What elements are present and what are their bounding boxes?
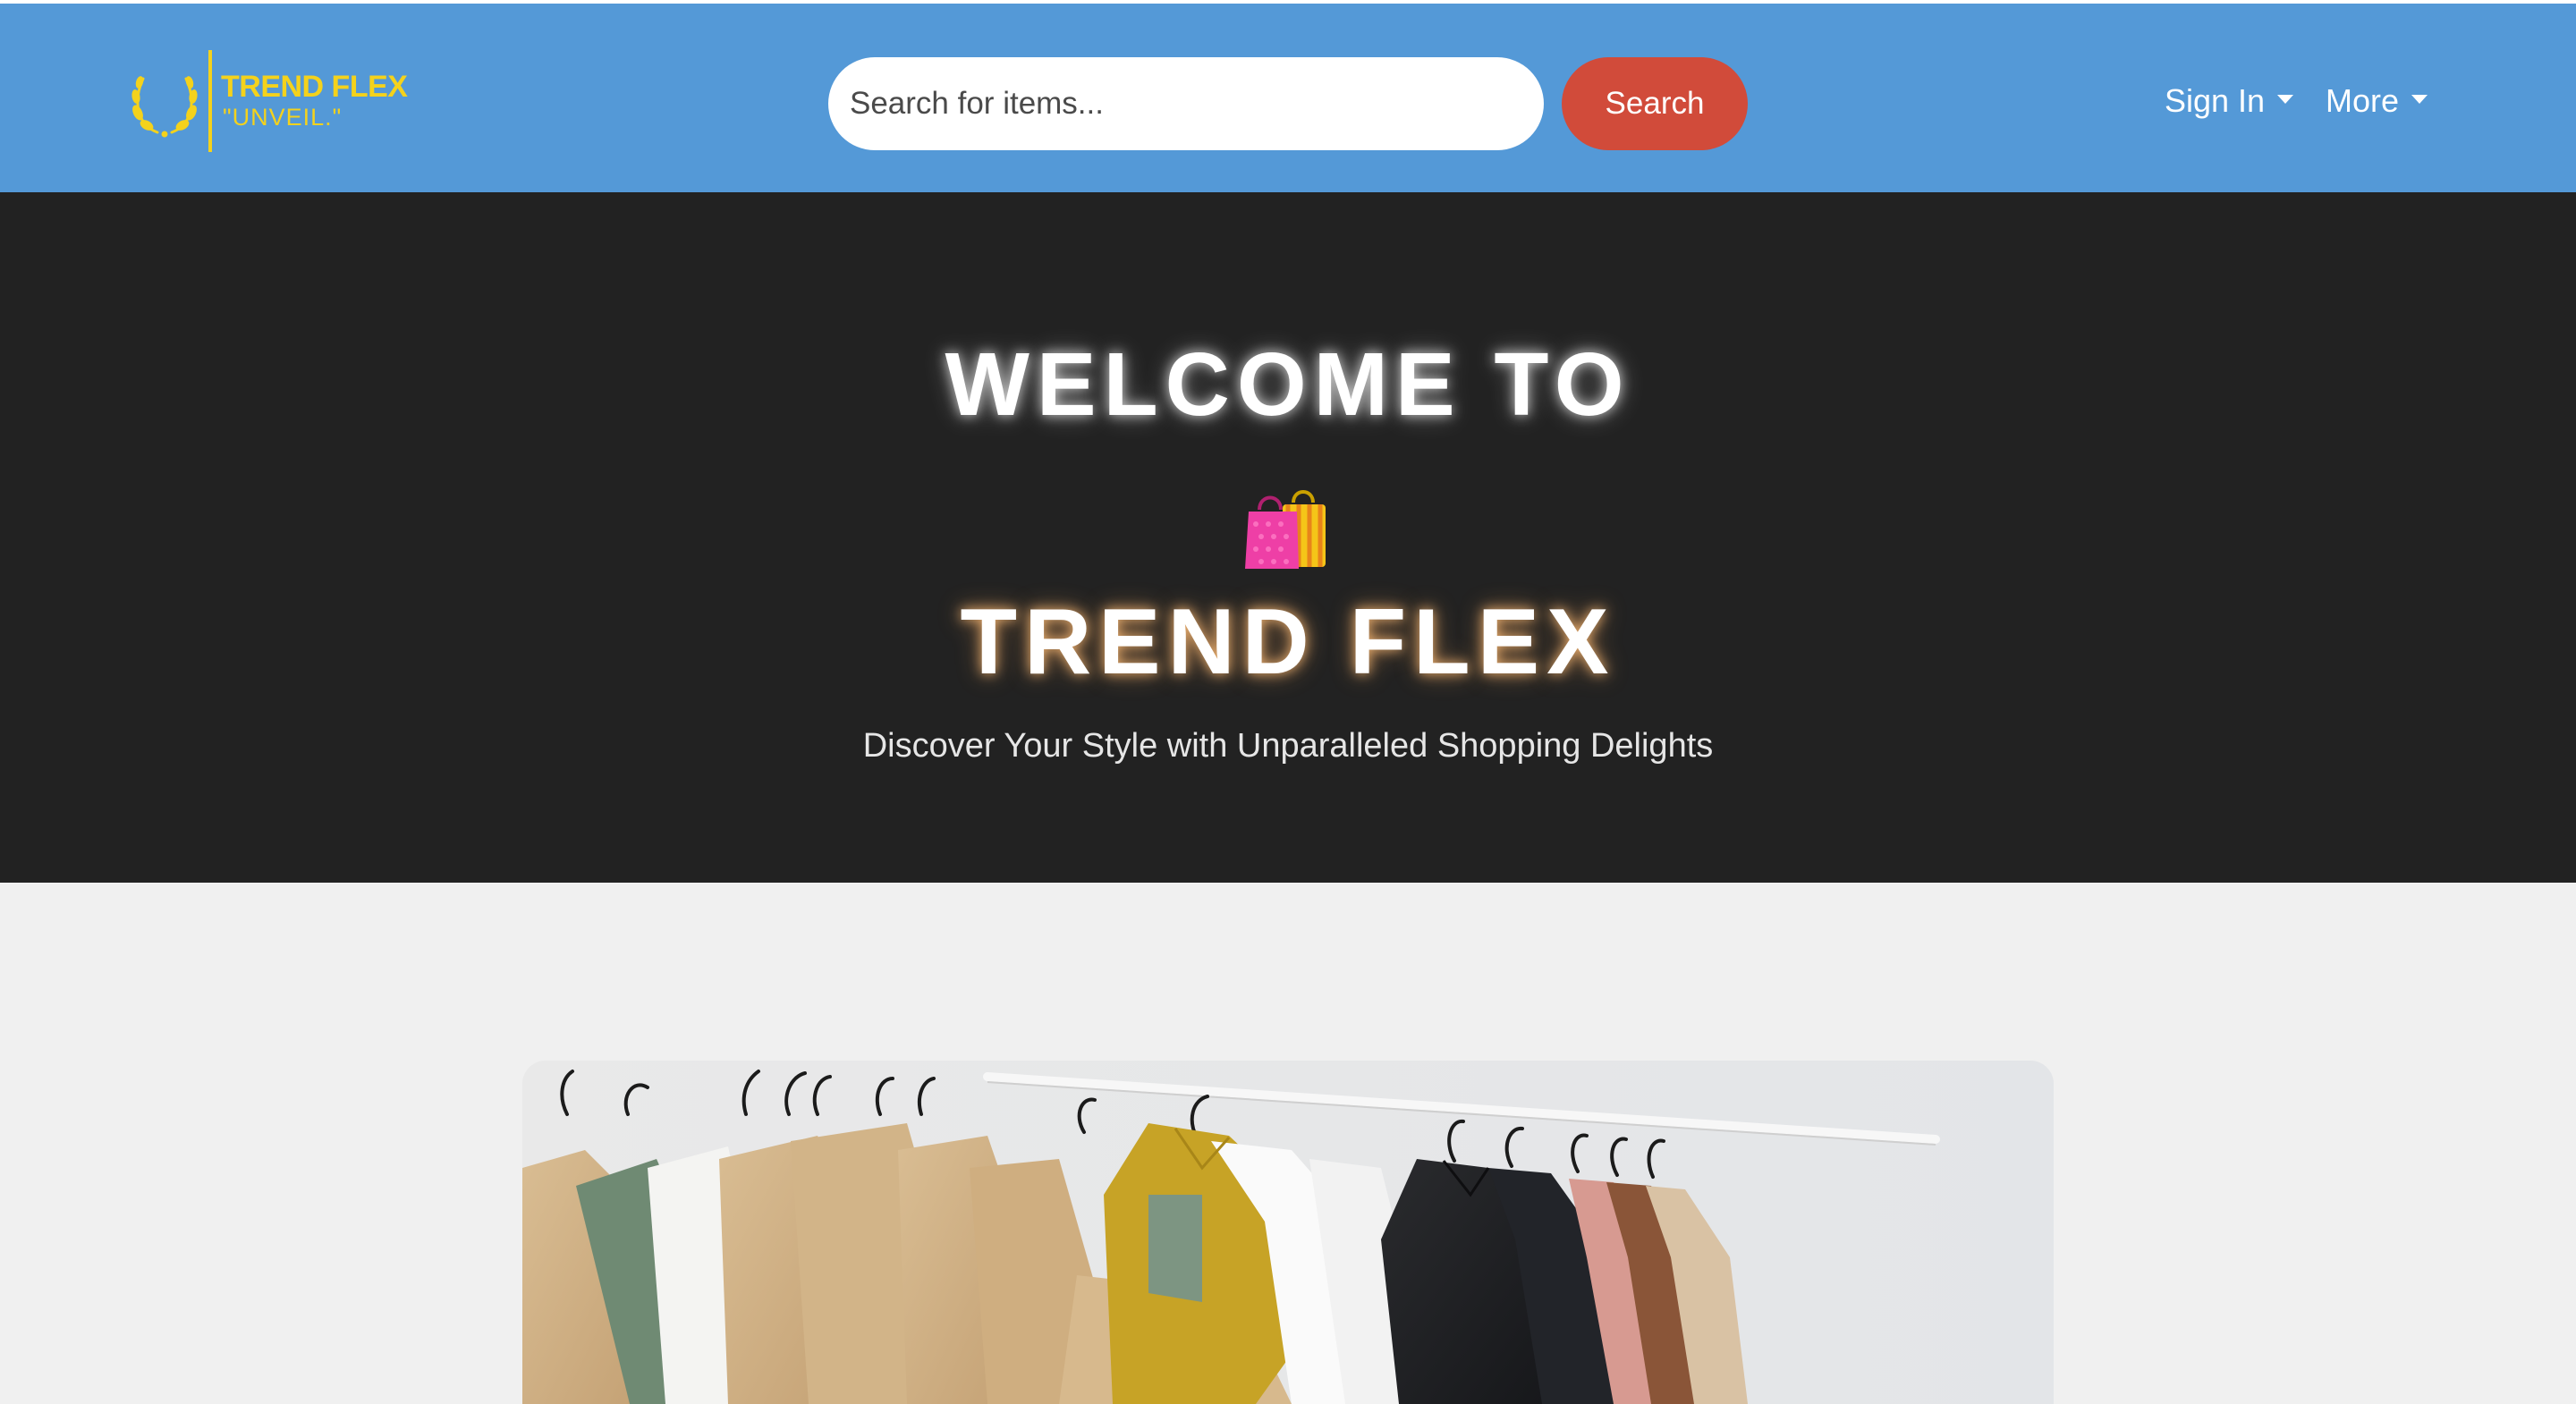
hero-brand-heading: TREND FLEX	[960, 590, 1616, 694]
brand-logo[interactable]: TREND FLEX "UNVEIL."	[131, 47, 408, 152]
more-label: More	[2326, 82, 2400, 119]
search-input[interactable]	[828, 57, 1544, 150]
caret-down-icon	[2411, 95, 2428, 105]
more-dropdown[interactable]: More	[2326, 82, 2428, 120]
hero-subtitle: Discover Your Style with Unparalleled Sh…	[862, 727, 1714, 765]
featured-image-card	[522, 1061, 2054, 1404]
sign-in-label: Sign In	[2165, 82, 2266, 119]
hero-welcome-heading: WELCOME TO	[945, 334, 1631, 435]
laurel-wreath-icon	[131, 76, 198, 138]
search-button[interactable]: Search	[1562, 57, 1748, 150]
navbar: TREND FLEX "UNVEIL." Search Sign In More	[0, 4, 2576, 192]
brand-name: TREND FLEX	[221, 70, 408, 104]
clothing-rack-image	[522, 1061, 2054, 1404]
caret-down-icon	[2277, 95, 2294, 105]
logo-divider	[208, 50, 212, 152]
hero-banner: WELCOME TO TREND FLEX Discover Your Styl…	[0, 192, 2576, 883]
shopping-bags-icon	[1245, 490, 1326, 569]
sign-in-dropdown[interactable]: Sign In	[2165, 82, 2294, 120]
brand-tagline: "UNVEIL."	[223, 104, 343, 131]
